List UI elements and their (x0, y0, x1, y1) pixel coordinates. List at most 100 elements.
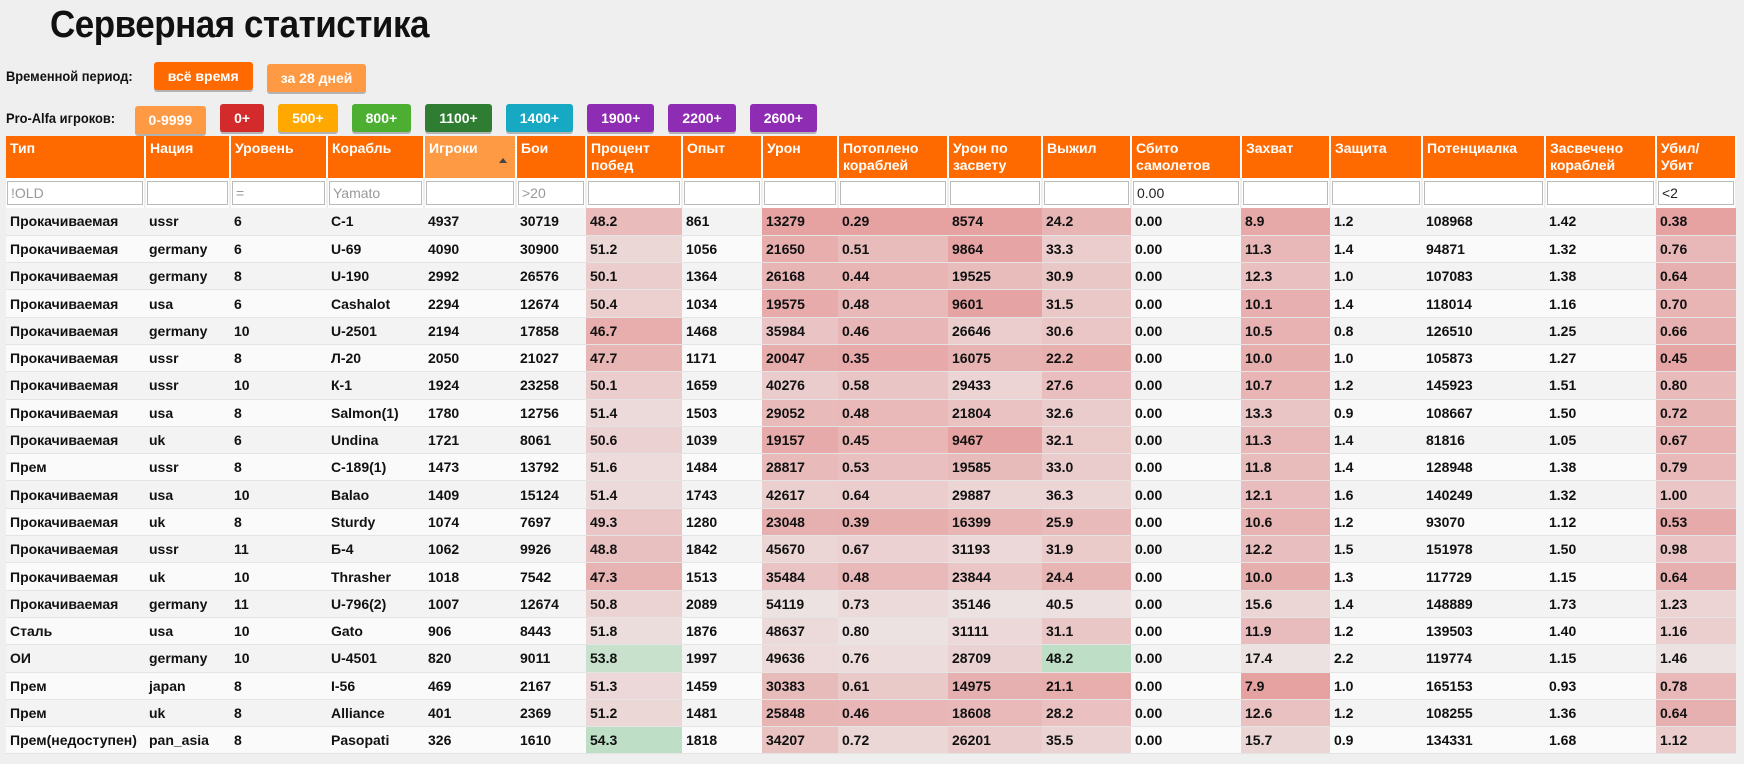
cell-players: 2194 (424, 317, 516, 345)
filter-input-battles[interactable] (518, 181, 584, 205)
column-header-nation[interactable]: Нация (145, 136, 231, 178)
cell-capture: 7.9 (1241, 672, 1330, 700)
column-header-tier[interactable]: Уровень (230, 136, 328, 178)
cell-battles: 15124 (516, 480, 586, 509)
filter-input-planes[interactable] (1133, 181, 1239, 205)
players-1900-plus-button[interactable]: 1900+ (587, 104, 655, 132)
cell-planes: 0.00 (1131, 617, 1241, 646)
table-row[interactable]: Прокачиваемая usa 6 Cashalot 2294 12674 50.4 10… (6, 289, 1736, 318)
cell-exp: 1459 (682, 672, 762, 700)
filter-input-capture[interactable] (1243, 181, 1328, 205)
filter-input-survived[interactable] (1044, 181, 1129, 205)
players-0-plus-button[interactable]: 0+ (220, 104, 265, 132)
filter-input-type[interactable] (7, 181, 143, 205)
cell-sunk: 0.48 (838, 399, 948, 427)
table-row[interactable]: Сталь usa 10 Gato 906 8443 51.8 1876 48637 0.80 31… (6, 617, 1736, 646)
cell-tier: 11 (230, 535, 327, 564)
players-0-9999-button[interactable]: 0-9999 (134, 106, 207, 134)
column-header-winrate[interactable]: Процент побед (586, 136, 683, 178)
column-header-defense[interactable]: Защита (1330, 136, 1423, 178)
table-row[interactable]: Прем uk 8 Alliance 401 2369 51.2 1481 25848 0.46 1… (6, 699, 1736, 728)
filter-input-kd[interactable] (1658, 181, 1734, 205)
column-header-capture[interactable]: Захват (1241, 136, 1331, 178)
column-header-damage[interactable]: Урон (762, 136, 839, 178)
filter-input-exp[interactable] (684, 181, 760, 205)
column-header-potential[interactable]: Потенциалка (1422, 136, 1546, 178)
filter-input-tier[interactable] (232, 181, 325, 205)
column-header-players[interactable]: Игроки (424, 136, 517, 178)
column-header-battles[interactable]: Бои (516, 136, 587, 178)
column-header-spot-damage[interactable]: Урон по засвету (948, 136, 1043, 178)
filter-input-potential[interactable] (1424, 181, 1543, 205)
column-header-type[interactable]: Тип (6, 136, 146, 178)
cell-defense: 1.4 (1330, 235, 1422, 264)
column-header-planes[interactable]: Сбито самолетов (1131, 136, 1242, 178)
filter-input-spot-damage[interactable] (950, 181, 1040, 205)
players-800-plus-button[interactable]: 800+ (351, 104, 412, 132)
cell-battles: 1610 (516, 726, 586, 755)
cell-type: Прем(недоступен) (6, 726, 145, 755)
table-row[interactable]: Прокачиваемая usa 8 Salmon(1) 1780 12756 51.4 1… (6, 399, 1736, 427)
table-row[interactable]: Прем japan 8 I-56 469 2167 51.3 1459 30383 0.61 14… (6, 672, 1736, 700)
table-row[interactable]: Прокачиваемая ussr 8 Л-20 2050 21027 47.7 1171 2… (6, 344, 1736, 373)
period-all-time-button[interactable]: всё время (153, 62, 253, 90)
column-header-survived[interactable]: Выжил (1042, 136, 1132, 178)
cell-tier: 8 (230, 672, 327, 700)
table-row[interactable]: Прокачиваемая germany 6 U-69 4090 30900 51.2 10… (6, 235, 1736, 264)
cell-ship: Sturdy (327, 508, 424, 537)
filter-cell (1241, 178, 1331, 208)
table-row[interactable]: Прем(недоступен) pan_asia 8 Pasopati 326 1610… (6, 726, 1736, 755)
cell-spotted: 1.73 (1545, 590, 1656, 618)
table-row[interactable]: Прокачиваемая ussr 11 Б-4 1062 9926 48.8 1842 45… (6, 535, 1736, 564)
filter-input-sunk[interactable] (840, 181, 946, 205)
cell-planes: 0.00 (1131, 426, 1241, 455)
filter-cell (424, 178, 517, 208)
table-row[interactable]: Прокачиваемая germany 10 U-2501 2194 17858 46.… (6, 317, 1736, 345)
cell-spotted: 1.42 (1545, 208, 1656, 236)
cell-ship: С-189(1) (327, 453, 424, 482)
cell-survived: 22.2 (1042, 344, 1131, 373)
cell-spot-damage: 26646 (948, 317, 1042, 345)
cell-kd: 0.76 (1656, 235, 1736, 264)
filter-input-defense[interactable] (1332, 181, 1420, 205)
filter-input-damage[interactable] (764, 181, 836, 205)
cell-ship: U-69 (327, 235, 424, 264)
column-header-exp[interactable]: Опыт (682, 136, 763, 178)
table-row[interactable]: ОИ germany 10 U-4501 820 9011 53.8 1997 49636 0.7… (6, 644, 1736, 673)
cell-nation: usa (145, 480, 230, 509)
period-28-days-button[interactable]: за 28 дней (266, 64, 367, 92)
table-row[interactable]: Прокачиваемая germany 8 U-190 2992 26576 50.1 1… (6, 262, 1736, 291)
column-header-ship[interactable]: Корабль (327, 136, 425, 178)
table-row[interactable]: Прокачиваемая ussr 6 С-1 4937 30719 48.2 861 132… (6, 208, 1736, 236)
players-500-plus-button[interactable]: 500+ (278, 104, 338, 132)
table-row[interactable]: Прокачиваемая ussr 10 К-1 1924 23258 50.1 1659 4… (6, 371, 1736, 400)
players-1100-plus-button[interactable]: 1100+ (425, 104, 492, 132)
players-controls: Pro-Alfa игроков: 0-9999 0+ 500+ 800+ 11… (6, 102, 831, 134)
table-row[interactable]: Прокачиваемая usa 10 Balao 1409 15124 51.4 1743… (6, 480, 1736, 509)
filter-cell (586, 178, 683, 208)
column-header-kd[interactable]: Убил/ Убит (1656, 136, 1737, 178)
cell-planes: 0.00 (1131, 726, 1241, 755)
cell-players: 1062 (424, 535, 516, 564)
filter-input-winrate[interactable] (588, 181, 680, 205)
filter-input-players[interactable] (426, 181, 514, 205)
column-header-spotted[interactable]: Засвечено кораблей (1545, 136, 1657, 178)
sort-arrow-icon (499, 158, 507, 163)
table-row[interactable]: Прокачиваемая uk 10 Thrasher 1018 7542 47.3 151… (6, 562, 1736, 591)
cell-nation: ussr (145, 371, 230, 400)
cell-battles: 17858 (516, 317, 586, 345)
players-1400-plus-button[interactable]: 1400+ (505, 104, 574, 132)
cell-defense: 1.2 (1330, 508, 1422, 537)
cell-type: Прокачиваемая (6, 289, 145, 318)
table-row[interactable]: Прем ussr 8 С-189(1) 1473 13792 51.6 1484 28817 0… (6, 453, 1736, 482)
table-row[interactable]: Прокачиваемая germany 11 U-796(2) 1007 12674 5… (6, 590, 1736, 618)
cell-defense: 1.4 (1330, 289, 1422, 318)
filter-input-nation[interactable] (147, 181, 228, 205)
filter-input-ship[interactable] (329, 181, 422, 205)
players-2600-plus-button[interactable]: 2600+ (749, 104, 818, 132)
filter-input-spotted[interactable] (1547, 181, 1654, 205)
table-row[interactable]: Прокачиваемая uk 8 Sturdy 1074 7697 49.3 1280 23… (6, 508, 1736, 537)
table-row[interactable]: Прокачиваемая uk 6 Undina 1721 8061 50.6 1039 19… (6, 426, 1736, 455)
column-header-sunk[interactable]: Потоплено кораблей (838, 136, 949, 178)
players-2200-plus-button[interactable]: 2200+ (668, 104, 736, 132)
